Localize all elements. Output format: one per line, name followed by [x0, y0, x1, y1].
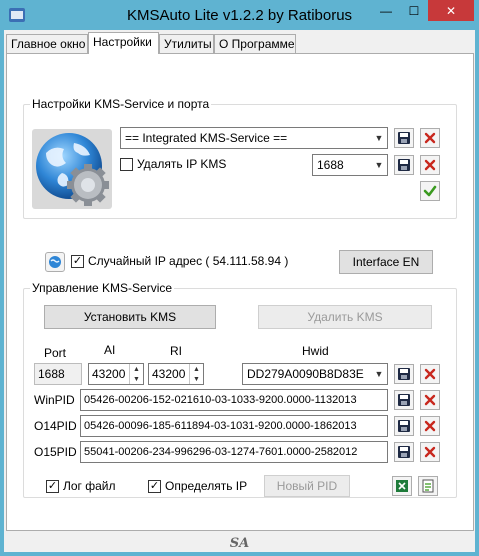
chevron-down-icon: ▼ — [374, 133, 384, 143]
random-ip-box[interactable]: ✓ — [71, 254, 84, 268]
port-select-value: 1688 — [317, 158, 344, 172]
floppy-save-icon — [398, 132, 410, 144]
tab-strip: Главное окно Настройки Утилиты О Програм… — [4, 32, 475, 54]
up-arrow-icon[interactable]: ▲ — [130, 364, 143, 374]
floppy-save-icon — [398, 159, 410, 171]
excel-export-icon — [396, 480, 408, 492]
title-bar[interactable]: KMSAuto Lite v1.2.2 by Ratiborus — ☐ ✕ — [0, 0, 479, 30]
floppy-save-icon — [398, 446, 410, 458]
delete-winpid-button[interactable] — [420, 390, 440, 410]
delete-o15pid-button[interactable] — [420, 442, 440, 462]
o15pid-field[interactable]: 55041-00206-234-996296-03-1274-7601.0000… — [80, 441, 388, 463]
ri-header: RI — [170, 344, 182, 358]
log-file-label: Лог файл — [63, 479, 116, 493]
port-field[interactable]: 1688 — [34, 363, 82, 385]
red-x-delete-icon — [424, 132, 436, 144]
save-hwid-button[interactable] — [394, 364, 414, 384]
hwid-value: DD279A0090B8D83E — [247, 367, 364, 381]
random-ip-label: Случайный IP адрес ( 54.111.58.94 ) — [88, 254, 289, 268]
apply-button[interactable] — [420, 181, 440, 201]
ri-value: 43200 — [152, 367, 186, 381]
kms-settings-group-label: Настройки KMS-Service и порта — [30, 97, 212, 111]
green-check-icon — [423, 185, 437, 197]
random-ip-refresh-button[interactable] — [45, 252, 65, 272]
log-file-box[interactable]: ✓ — [46, 479, 59, 493]
port-header: Port — [44, 346, 67, 360]
random-ip-checkbox[interactable]: ✓ Случайный IP адрес ( 54.111.58.94 ) — [71, 254, 288, 268]
app-window: KMSAuto Lite v1.2.2 by Ratiborus — ☐ ✕ Г… — [0, 0, 479, 556]
delete-ip-kms-label: Удалять IP KMS — [137, 157, 227, 171]
detect-ip-checkbox[interactable]: ✓ Определять IP — [148, 479, 247, 493]
red-x-delete-icon — [424, 420, 436, 432]
save-service-button[interactable] — [394, 128, 414, 148]
delete-hwid-button[interactable] — [420, 364, 440, 384]
winpid-label: WinPID — [34, 393, 75, 407]
winpid-field[interactable]: 05426-00206-152-021610-03-1033-9200.0000… — [80, 389, 388, 411]
maximize-button[interactable]: ☐ — [400, 0, 428, 21]
detect-ip-label: Определять IP — [165, 479, 248, 493]
delete-service-button[interactable] — [420, 128, 440, 148]
sa-logo: SA — [229, 536, 250, 551]
new-pid-button[interactable]: Новый PID — [264, 475, 350, 497]
kms-service-value: == Integrated KMS-Service == — [125, 131, 288, 145]
kms-management-group-label: Управление KMS-Service — [30, 281, 175, 295]
ai-stepper[interactable]: 43200 ▲ ▼ — [88, 363, 144, 385]
save-winpid-button[interactable] — [394, 390, 414, 410]
globe-refresh-icon — [49, 256, 61, 268]
red-x-delete-icon — [424, 446, 436, 458]
tab-settings[interactable]: Настройки — [88, 32, 159, 54]
export-pid-button[interactable] — [392, 476, 412, 496]
save-o14pid-button[interactable] — [394, 416, 414, 436]
remove-kms-button[interactable]: Удалить KMS — [258, 305, 432, 329]
red-x-delete-icon — [424, 368, 436, 380]
chevron-down-icon: ▼ — [374, 369, 384, 379]
red-x-delete-icon — [424, 159, 436, 171]
hwid-select[interactable]: DD279A0090B8D83E ▼ — [242, 363, 388, 385]
hwid-header: Hwid — [302, 344, 329, 358]
log-file-checkbox[interactable]: ✓ Лог файл — [46, 479, 116, 493]
port-select[interactable]: 1688 ▼ — [312, 154, 388, 176]
red-x-delete-icon — [424, 394, 436, 406]
ri-stepper[interactable]: 43200 ▲ ▼ — [148, 363, 204, 385]
down-arrow-icon[interactable]: ▼ — [190, 374, 203, 384]
close-window-button[interactable]: ✕ — [428, 0, 474, 21]
ai-header: AI — [104, 343, 116, 357]
globe-gear-icon — [32, 129, 112, 209]
open-log-button[interactable] — [418, 476, 438, 496]
interface-language-button[interactable]: Interface EN — [339, 250, 433, 274]
delete-ip-kms-box[interactable] — [120, 157, 133, 171]
floppy-save-icon — [398, 420, 410, 432]
floppy-save-icon — [398, 394, 410, 406]
o14pid-label: O14PID — [34, 419, 77, 433]
delete-o14pid-button[interactable] — [420, 416, 440, 436]
save-port-button[interactable] — [394, 155, 414, 175]
install-kms-button[interactable]: Установить KMS — [44, 305, 216, 329]
delete-ip-kms-checkbox[interactable]: Удалять IP KMS — [120, 157, 226, 171]
up-arrow-icon[interactable]: ▲ — [190, 364, 203, 374]
down-arrow-icon[interactable]: ▼ — [130, 374, 143, 384]
delete-port-button[interactable] — [420, 155, 440, 175]
save-o15pid-button[interactable] — [394, 442, 414, 462]
o14pid-field[interactable]: 05426-00096-185-611894-03-1031-9200.0000… — [80, 415, 388, 437]
tab-main-window[interactable]: Главное окно — [6, 34, 88, 53]
ai-value: 43200 — [92, 367, 126, 381]
chevron-down-icon: ▼ — [374, 160, 384, 170]
floppy-save-icon — [398, 368, 410, 380]
o15pid-label: O15PID — [34, 445, 77, 459]
detect-ip-box[interactable]: ✓ — [148, 479, 161, 493]
client-area: Главное окно Настройки Утилиты О Програм… — [4, 30, 475, 552]
tab-utilities[interactable]: Утилиты — [159, 34, 214, 53]
settings-panel: Настройки KMS-Service и порта == Integra… — [6, 53, 474, 531]
kms-settings-group: Настройки KMS-Service и порта == Integra… — [23, 97, 457, 219]
document-log-icon — [422, 479, 434, 493]
kms-service-select[interactable]: == Integrated KMS-Service == ▼ — [120, 127, 388, 149]
kms-management-group: Управление KMS-Service Установить KMS Уд… — [23, 281, 457, 498]
tab-about[interactable]: О Программе — [214, 34, 296, 53]
minimize-button[interactable]: — — [372, 0, 400, 21]
